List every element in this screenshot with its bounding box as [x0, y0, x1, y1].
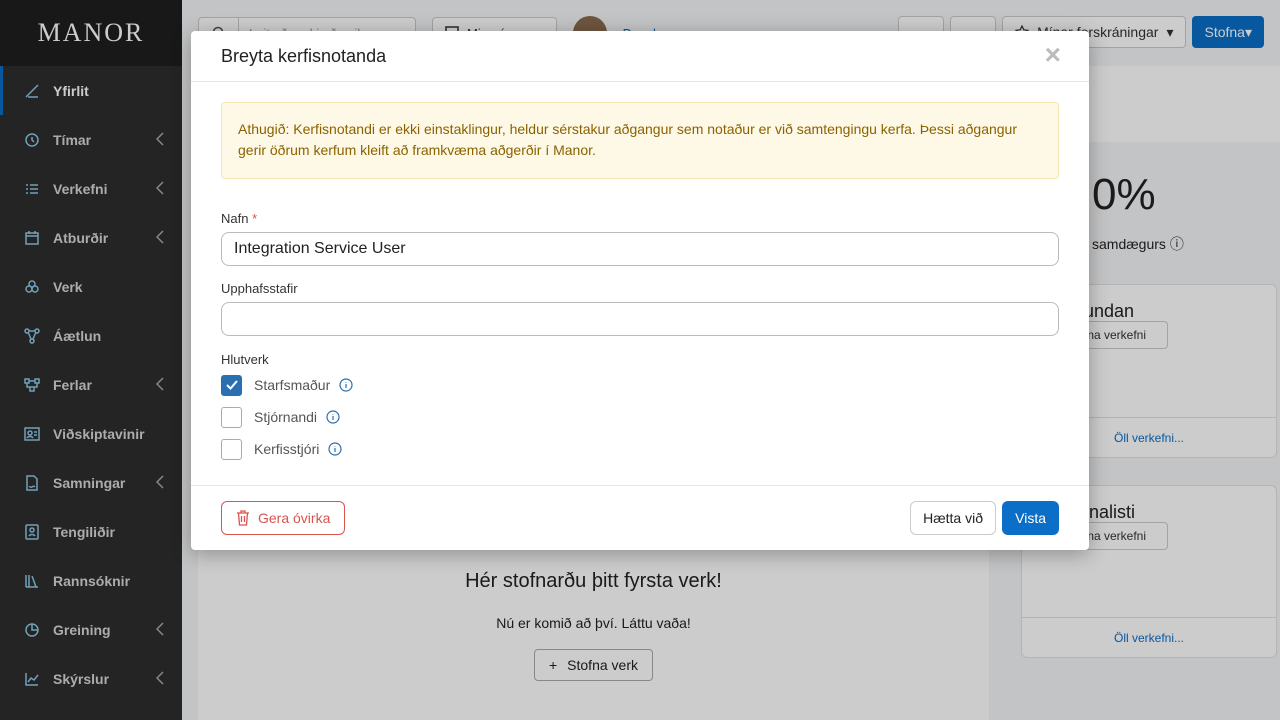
- role-sysadmin-label: Kerfisstjóri: [254, 441, 320, 457]
- role-manager-checkbox[interactable]: [221, 406, 242, 428]
- modal-title: Breyta kerfisnotanda: [221, 45, 387, 66]
- initials-field[interactable]: [221, 302, 1059, 336]
- modal-header: Breyta kerfisnotanda ×: [191, 31, 1089, 82]
- info-icon[interactable]: [339, 378, 353, 392]
- role-sysadmin: Kerfisstjóri: [221, 436, 1059, 462]
- close-icon[interactable]: ×: [1045, 41, 1061, 69]
- role-manager-label: Stjórnandi: [254, 409, 318, 425]
- edit-system-user-modal: Breyta kerfisnotanda × Athugið: Kerfisno…: [191, 31, 1089, 550]
- name-field[interactable]: Integration Service User: [221, 232, 1059, 266]
- roles-label: Hlutverk: [221, 352, 269, 367]
- deactivate-label: Gera óvirka: [258, 510, 331, 526]
- modal-footer: Gera óvirka Hætta við Vista: [191, 485, 1089, 550]
- role-employee-checkbox[interactable]: [221, 374, 242, 396]
- roles-group: Starfsmaður Stjórnandi Kerfisstjóri: [221, 372, 1059, 462]
- info-icon[interactable]: [328, 442, 342, 456]
- deactivate-button[interactable]: Gera óvirka: [221, 501, 346, 535]
- info-icon[interactable]: [326, 410, 340, 424]
- role-sysadmin-checkbox[interactable]: [221, 438, 242, 460]
- cancel-button[interactable]: Hætta við: [910, 501, 996, 535]
- role-employee: Starfsmaður: [221, 372, 1059, 398]
- name-label: Nafn *: [221, 211, 1059, 226]
- save-button[interactable]: Vista: [1002, 501, 1059, 535]
- modal-body: Athugið: Kerfisnotandi er ekki einstakli…: [191, 82, 1089, 462]
- required-marker: *: [252, 211, 258, 226]
- warning-alert: Athugið: Kerfisnotandi er ekki einstakli…: [221, 102, 1059, 179]
- name-label-text: Nafn: [221, 211, 249, 226]
- trash-icon: [237, 510, 249, 526]
- initials-label: Upphafsstafir: [221, 281, 298, 296]
- role-employee-label: Starfsmaður: [254, 377, 331, 393]
- role-manager: Stjórnandi: [221, 404, 1059, 430]
- check-icon: [225, 380, 238, 390]
